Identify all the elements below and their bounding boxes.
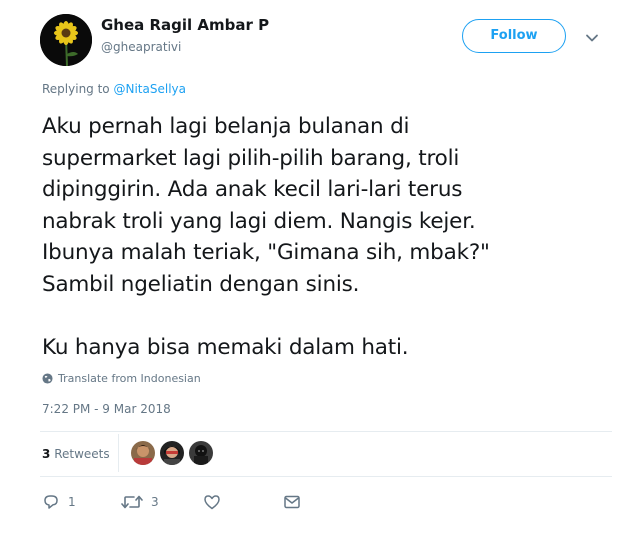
retweets-stat-label: Retweets bbox=[54, 447, 110, 461]
reply-icon[interactable] bbox=[42, 493, 60, 511]
heart-icon[interactable] bbox=[203, 493, 221, 511]
like-action[interactable] bbox=[203, 492, 221, 512]
translate-link[interactable]: Translate from Indonesian bbox=[42, 372, 201, 385]
follow-button[interactable]: Follow bbox=[462, 19, 566, 53]
author-name[interactable]: Ghea Ragil Ambar P bbox=[101, 16, 269, 34]
retweet-icon[interactable] bbox=[121, 493, 143, 511]
author-avatar[interactable] bbox=[40, 14, 92, 66]
envelope-icon[interactable] bbox=[283, 493, 301, 511]
retweets-stat[interactable]: 3 Retweets bbox=[42, 447, 110, 461]
divider-bottom bbox=[40, 476, 612, 477]
retweeter-avatar[interactable] bbox=[160, 441, 184, 465]
tweet-text: Aku pernah lagi belanja bulanan di super… bbox=[42, 114, 490, 360]
chevron-down-icon[interactable] bbox=[585, 30, 599, 44]
retweet-action[interactable]: 3 bbox=[121, 492, 159, 512]
tweet: Ghea Ragil Ambar P @gheaprativi Follow R… bbox=[0, 0, 626, 539]
retweeter-avatar[interactable] bbox=[189, 441, 213, 465]
globe-icon bbox=[42, 373, 53, 384]
replying-to: Replying to @NitaSellya bbox=[42, 82, 186, 96]
reply-count: 1 bbox=[68, 495, 76, 509]
retweet-count: 3 bbox=[151, 495, 159, 509]
reply-action[interactable]: 1 bbox=[42, 492, 76, 512]
author-handle[interactable]: @gheaprativi bbox=[101, 40, 181, 54]
reply-mention-link[interactable]: @NitaSellya bbox=[113, 82, 186, 96]
divider-top bbox=[40, 431, 612, 432]
stats-separator bbox=[118, 434, 119, 472]
message-action[interactable] bbox=[283, 492, 301, 512]
retweets-stat-count: 3 bbox=[42, 447, 51, 461]
translate-label[interactable]: Translate from Indonesian bbox=[58, 372, 201, 385]
tweet-timestamp[interactable]: 7:22 PM - 9 Mar 2018 bbox=[42, 402, 171, 416]
retweeter-avatar[interactable] bbox=[131, 441, 155, 465]
sunflower-avatar-image bbox=[40, 14, 92, 66]
replying-prefix: Replying to bbox=[42, 82, 110, 96]
